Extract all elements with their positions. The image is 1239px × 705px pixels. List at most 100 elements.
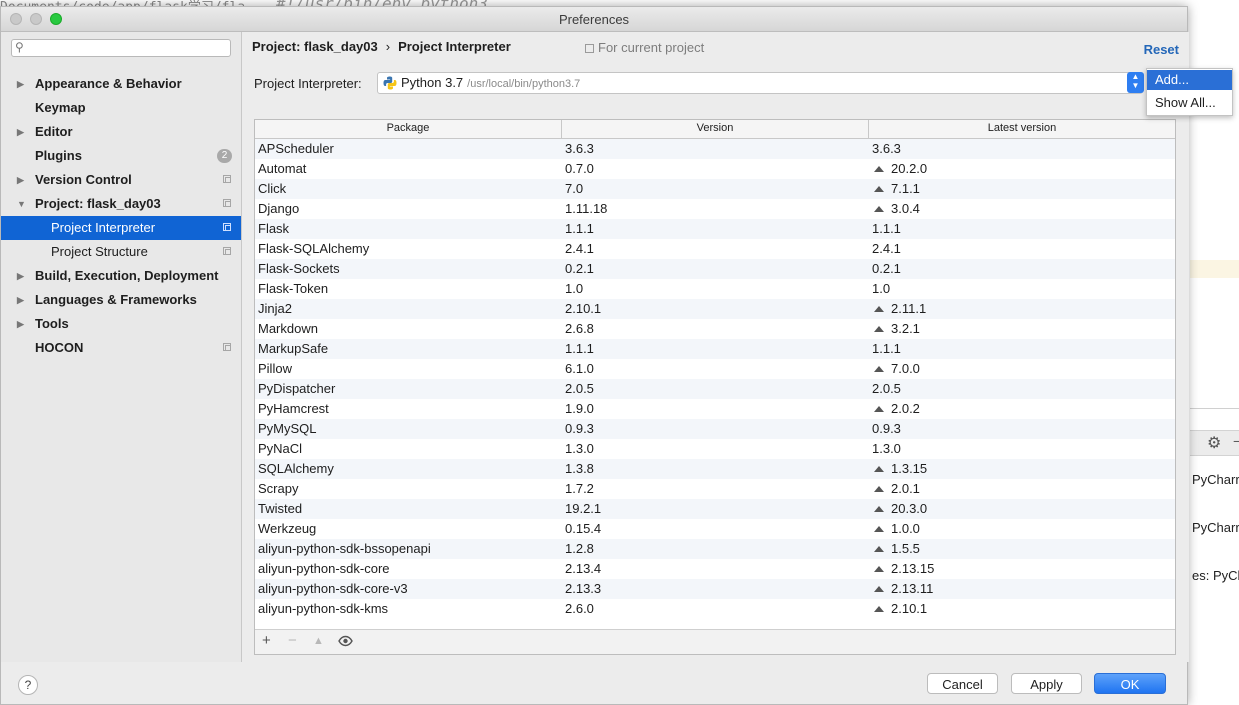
table-row[interactable]: Markdown 2.6.8 3.2.1 — [255, 319, 1175, 339]
sidebar-item-editor[interactable]: ▶ Editor — [1, 120, 241, 144]
sidebar-item-plugins[interactable]: Plugins 2 — [1, 144, 241, 168]
table-row[interactable]: MarkupSafe 1.1.1 1.1.1 — [255, 339, 1175, 359]
sidebar-item-label: Appearance & Behavior — [35, 76, 182, 91]
reset-link[interactable]: Reset — [1144, 42, 1179, 57]
sidebar-item-project-structure[interactable]: Project Structure — [1, 240, 241, 264]
package-version: 2.13.3 — [565, 581, 602, 596]
sidebar-item-label: Tools — [35, 316, 69, 331]
sidebar-item-label: Project: flask_day03 — [35, 196, 161, 211]
apply-button[interactable]: Apply — [1011, 673, 1082, 694]
table-row[interactable]: Click 7.0 7.1.1 — [255, 179, 1175, 199]
table-row[interactable]: SQLAlchemy 1.3.8 1.3.15 — [255, 459, 1175, 479]
settings-search-input[interactable]: ⚲ — [11, 39, 231, 57]
package-version: 1.3.8 — [565, 461, 594, 476]
breadcrumb-project: Project: flask_day03 — [252, 39, 378, 54]
package-version: 1.1.1 — [565, 221, 594, 236]
package-name: PyNaCl — [258, 441, 303, 456]
sidebar-item-project-interpreter[interactable]: Project Interpreter — [1, 216, 241, 240]
table-row[interactable]: Flask-Sockets 0.2.1 0.2.1 — [255, 259, 1175, 279]
expand-arrow-icon[interactable]: ▶ — [17, 264, 24, 288]
interpreter-dropdown-button[interactable]: ▲ ▼ — [1127, 72, 1144, 93]
package-latest-version: 1.1.1 — [872, 339, 901, 359]
table-row[interactable]: Flask-Token 1.0 1.0 — [255, 279, 1175, 299]
column-header-version[interactable]: Version — [562, 122, 868, 134]
tool-window-text: PyCharr — [1192, 520, 1239, 535]
package-version: 19.2.1 — [565, 501, 602, 516]
table-row[interactable]: Flask 1.1.1 1.1.1 — [255, 219, 1175, 239]
sidebar-item-keymap[interactable]: Keymap — [1, 96, 241, 120]
package-version: 2.4.1 — [565, 241, 594, 256]
latest-version-text: 7.1.1 — [891, 181, 920, 196]
expand-arrow-icon[interactable]: ▶ — [17, 288, 24, 312]
package-latest-version: 0.9.3 — [872, 419, 901, 439]
column-header-latest[interactable]: Latest version — [869, 122, 1175, 134]
package-version: 1.7.2 — [565, 481, 594, 496]
table-row[interactable]: APScheduler 3.6.3 3.6.3 — [255, 139, 1175, 159]
package-name: aliyun-python-sdk-core — [258, 561, 390, 576]
ok-button[interactable]: OK — [1094, 673, 1166, 694]
table-row[interactable]: Flask-SQLAlchemy 2.4.1 2.4.1 — [255, 239, 1175, 259]
sidebar-item-version-control[interactable]: ▶ Version Control — [1, 168, 241, 192]
table-row[interactable]: Django 1.11.18 3.0.4 — [255, 199, 1175, 219]
gear-icon[interactable]: ⚙ — [1207, 433, 1221, 453]
menu-item-show-all[interactable]: Show All... — [1147, 93, 1232, 113]
package-latest-version: 20.3.0 — [872, 499, 927, 519]
table-row[interactable]: Scrapy 1.7.2 2.0.1 — [255, 479, 1175, 499]
python-icon — [383, 76, 397, 90]
sidebar-item-appearance[interactable]: ▶ Appearance & Behavior — [1, 72, 241, 96]
title-bar: Preferences — [1, 7, 1187, 32]
expand-arrow-icon[interactable]: ▶ — [17, 312, 24, 336]
table-row[interactable]: PyNaCl 1.3.0 1.3.0 — [255, 439, 1175, 459]
latest-version-text: 2.0.2 — [891, 401, 920, 416]
latest-version-text: 1.1.1 — [872, 221, 901, 236]
package-version: 0.15.4 — [565, 521, 602, 536]
upgrade-package-icon[interactable]: ▲ — [313, 635, 324, 647]
table-row[interactable]: Jinja2 2.10.1 2.11.1 — [255, 299, 1175, 319]
table-row[interactable]: aliyun-python-sdk-kms 2.6.0 2.10.1 — [255, 599, 1175, 619]
table-row[interactable]: PyMySQL 0.9.3 0.9.3 — [255, 419, 1175, 439]
table-row[interactable]: aliyun-python-sdk-core-v3 2.13.3 2.13.11 — [255, 579, 1175, 599]
sidebar-item-project[interactable]: ▼ Project: flask_day03 — [1, 192, 241, 216]
sidebar-item-languages[interactable]: ▶ Languages & Frameworks — [1, 288, 241, 312]
collapse-arrow-icon[interactable]: ▼ — [17, 192, 26, 216]
interpreter-select[interactable]: Python 3.7/usr/local/bin/python3.7 — [377, 72, 1143, 94]
expand-arrow-icon[interactable]: ▶ — [17, 168, 24, 192]
package-name: Scrapy — [258, 481, 299, 496]
window-title: Preferences — [558, 12, 630, 27]
scope-label: For current project — [598, 40, 705, 55]
expand-arrow-icon[interactable]: ▶ — [17, 120, 24, 144]
sidebar-item-hocon[interactable]: HOCON — [1, 336, 241, 360]
settings-sidebar: ⚲ ▶ Appearance & Behavior Keymap ▶ Edito… — [1, 32, 242, 662]
add-package-icon[interactable]: + — [262, 632, 271, 649]
column-header-package[interactable]: Package — [255, 122, 561, 134]
table-row[interactable]: Twisted 19.2.1 20.3.0 — [255, 499, 1175, 519]
remove-package-icon[interactable]: − — [288, 632, 297, 649]
package-name: PyDispatcher — [258, 381, 336, 396]
menu-item-add[interactable]: Add... — [1147, 70, 1232, 90]
expand-arrow-icon[interactable]: ▶ — [17, 72, 24, 96]
package-latest-version: 1.3.15 — [872, 459, 927, 479]
package-name: Flask-SQLAlchemy — [258, 241, 370, 256]
table-row[interactable]: Werkzeug 0.15.4 1.0.0 — [255, 519, 1175, 539]
table-row[interactable]: PyHamcrest 1.9.0 2.0.2 — [255, 399, 1175, 419]
hide-icon[interactable]: − — [1233, 433, 1239, 449]
package-name: MarkupSafe — [258, 341, 329, 356]
interpreter-label: Project Interpreter: — [254, 76, 362, 91]
help-button[interactable]: ? — [18, 675, 38, 695]
package-version: 1.9.0 — [565, 401, 594, 416]
table-row[interactable]: Pillow 6.1.0 7.0.0 — [255, 359, 1175, 379]
table-row[interactable]: aliyun-python-sdk-core 2.13.4 2.13.15 — [255, 559, 1175, 579]
package-name: Flask — [258, 221, 290, 236]
show-early-releases-icon[interactable] — [338, 635, 353, 647]
table-row[interactable]: Automat 0.7.0 20.2.0 — [255, 159, 1175, 179]
latest-version-text: 1.5.5 — [891, 541, 920, 556]
package-latest-version: 2.10.1 — [872, 599, 927, 619]
package-version: 6.1.0 — [565, 361, 594, 376]
package-name: Markdown — [258, 321, 318, 336]
table-row[interactable]: PyDispatcher 2.0.5 2.0.5 — [255, 379, 1175, 399]
table-row[interactable]: aliyun-python-sdk-bssopenapi 1.2.8 1.5.5 — [255, 539, 1175, 559]
sidebar-item-build[interactable]: ▶ Build, Execution, Deployment — [1, 264, 241, 288]
cancel-button[interactable]: Cancel — [927, 673, 998, 694]
latest-version-text: 20.2.0 — [891, 161, 928, 176]
sidebar-item-tools[interactable]: ▶ Tools — [1, 312, 241, 336]
